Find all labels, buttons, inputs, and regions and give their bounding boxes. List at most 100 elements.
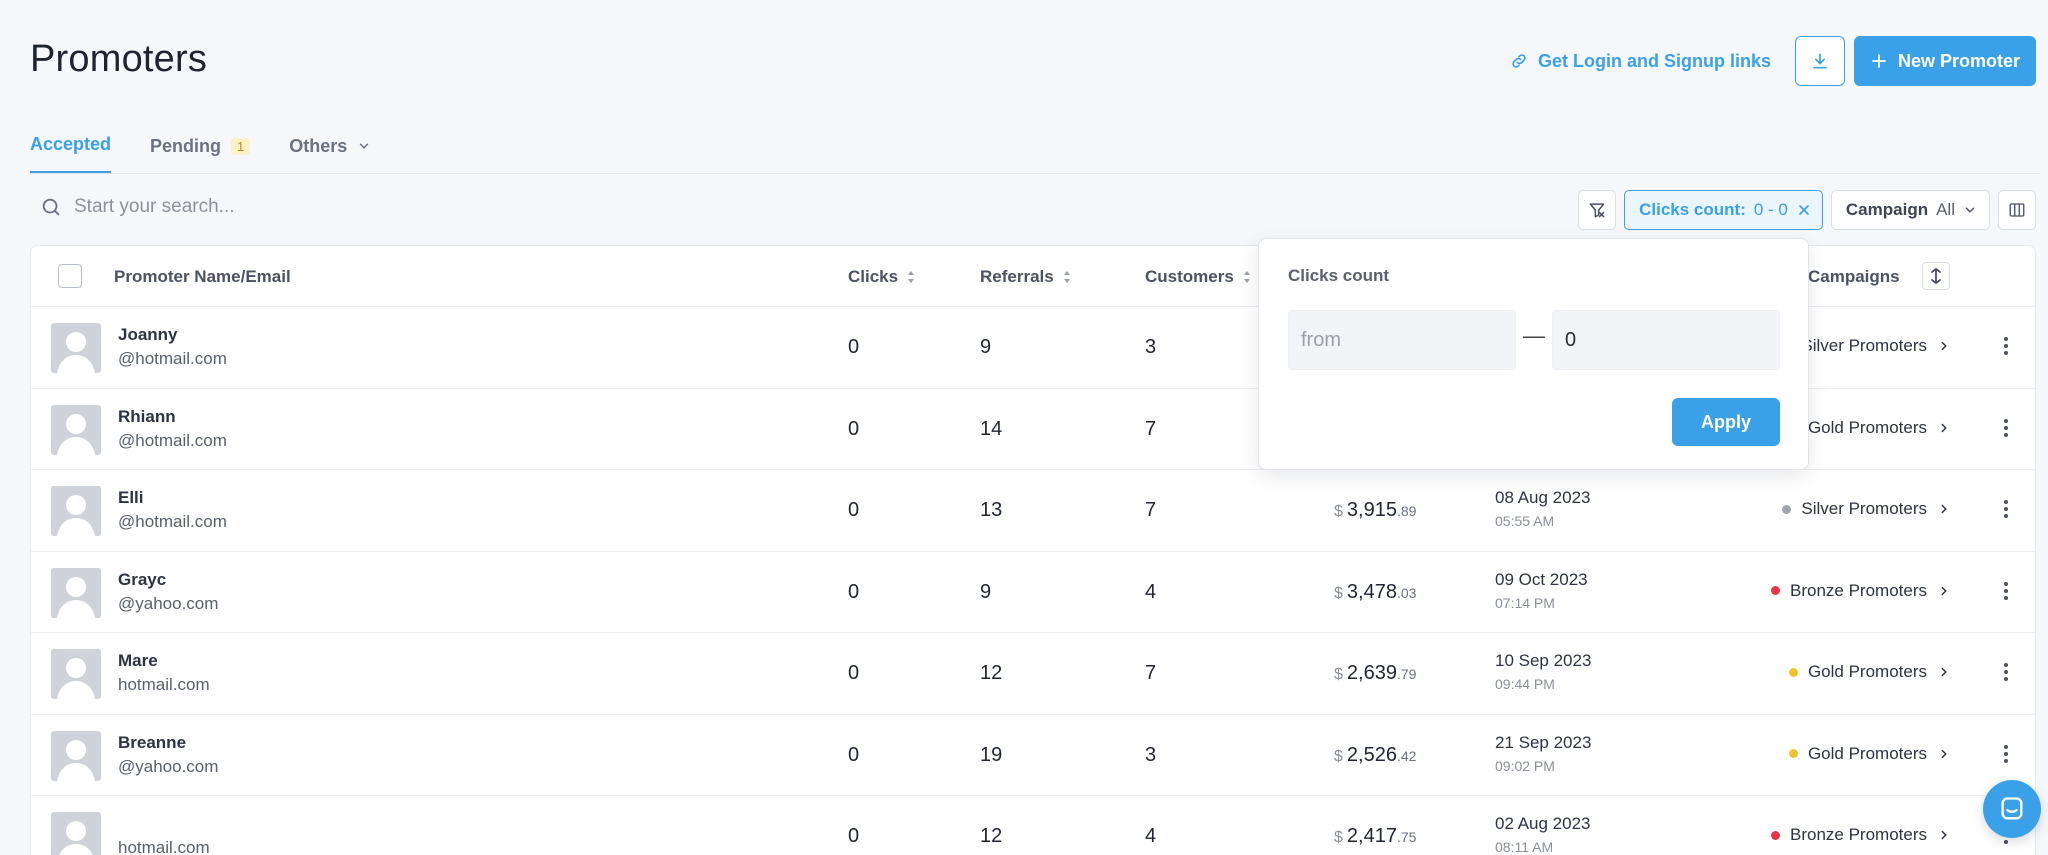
table-row[interactable]: Elli @hotmail.com 0 13 7 $3,915.89 08 Aug 2023… xyxy=(31,470,2035,552)
currency-symbol: $ xyxy=(1334,747,1343,765)
range-dash: — xyxy=(1523,323,1545,348)
customers-cell: 4 xyxy=(1145,580,1157,603)
col-customers-label: Customers xyxy=(1145,267,1234,286)
chevron-right-icon xyxy=(1941,749,1947,758)
campaign-cell[interactable]: Silver Promoters xyxy=(1782,499,1951,519)
referrals-cell: 13 xyxy=(980,499,1003,521)
promoter-name[interactable]: Rhiann xyxy=(118,407,176,427)
select-all-checkbox[interactable] xyxy=(58,264,82,288)
time-cell: 07:14 PM xyxy=(1495,594,1555,611)
date-cell: 10 Sep 2023 xyxy=(1495,651,1592,670)
search-input[interactable] xyxy=(74,196,574,218)
revenue-amount: 2,639 xyxy=(1346,662,1397,684)
tab-pending[interactable]: Pending 1 xyxy=(150,134,251,174)
chat-launcher-button[interactable] xyxy=(1983,780,2041,838)
col-name-header: Promoter Name/Email xyxy=(114,267,291,287)
tabs: Accepted Pending 1 Others xyxy=(30,134,371,174)
chevron-right-icon xyxy=(1941,830,1947,840)
tab-accepted[interactable]: Accepted xyxy=(30,134,112,174)
promoter-email: @yahoo.com xyxy=(118,756,219,776)
clicks-cell: 0 xyxy=(848,662,860,684)
revenue-cell: $3,915.89 xyxy=(1334,499,1416,522)
promoter-name[interactable]: Breanne xyxy=(118,733,186,753)
promoter-name[interactable]: Grayc xyxy=(118,570,166,590)
campaign-name: Silver Promoters xyxy=(1801,499,1927,518)
new-promoter-button[interactable]: New Promoter xyxy=(1853,36,2036,86)
promoter-name[interactable]: Elli xyxy=(118,488,144,508)
revenue-cell: $3,478.03 xyxy=(1334,581,1416,604)
chevron-right-icon xyxy=(1941,667,1947,677)
time-cell: 09:44 PM xyxy=(1495,676,1555,692)
customers-cell: 3 xyxy=(1145,336,1157,358)
row-actions-button[interactable] xyxy=(2003,580,2009,607)
revenue-amount: 3,915 xyxy=(1346,499,1397,521)
revenue-cell: $2,526.42 xyxy=(1334,744,1416,767)
table-row[interactable]: Breanne @yahoo.com 0 19 3 $2,526.42 21 Sep 202… xyxy=(31,715,2035,796)
row-actions-button[interactable] xyxy=(2003,743,2009,770)
row-actions-button[interactable] xyxy=(2003,335,2009,362)
avatar-placeholder-icon xyxy=(51,404,101,455)
kebab-icon xyxy=(2004,663,2008,681)
campaign-status-dot xyxy=(1788,749,1798,758)
row-actions-button[interactable] xyxy=(2003,498,2009,525)
revenue-amount: 2,526 xyxy=(1346,743,1397,766)
sort-icon xyxy=(1243,271,1250,283)
search-icon xyxy=(42,198,60,216)
promoter-email: @hotmail.com xyxy=(118,512,227,531)
col-campaigns-label: Campaigns xyxy=(1808,267,1900,286)
table-row[interactable]: Mare hotmail.com 0 12 7 $2,639.79 10 Sep 2023 0… xyxy=(31,633,2035,715)
referrals-cell: 14 xyxy=(980,417,1003,440)
promoter-email: @hotmail.com xyxy=(118,349,227,368)
kebab-icon xyxy=(2004,500,2008,518)
col-campaigns-header: Campaigns xyxy=(1808,267,1900,287)
clicks-from-input[interactable] xyxy=(1288,310,1516,370)
columns-button[interactable] xyxy=(1998,190,2036,230)
col-clicks-header[interactable]: Clicks xyxy=(848,267,916,287)
row-actions-button[interactable] xyxy=(2003,661,2009,688)
clear-filters-button[interactable] xyxy=(1578,190,1617,230)
get-links-button[interactable]: Get Login and Signup links xyxy=(1510,51,1771,72)
campaign-cell[interactable]: Bronze Promoters xyxy=(1771,825,1951,845)
popover-title: Clicks count xyxy=(1288,266,1390,285)
tab-others[interactable]: Others xyxy=(289,134,371,174)
col-referrals-header[interactable]: Referrals xyxy=(980,267,1072,287)
chevron-right-icon xyxy=(1941,423,1947,432)
customers-cell: 7 xyxy=(1145,662,1157,684)
row-height-button[interactable] xyxy=(1922,262,1950,290)
customers-cell: 4 xyxy=(1145,825,1157,847)
row-actions-button[interactable] xyxy=(2003,417,2009,444)
col-name-label: Promoter Name/Email xyxy=(114,267,291,286)
tab-others-label: Others xyxy=(289,135,348,156)
clicks-filter-chip[interactable]: Clicks count: 0 - 0 xyxy=(1624,190,1823,230)
promoter-email: hotmail.com xyxy=(118,675,210,694)
campaign-cell[interactable]: Gold Promoters xyxy=(1788,662,1951,682)
revenue-cell: $2,639.79 xyxy=(1334,662,1416,685)
clicks-filter-label: Clicks count: xyxy=(1639,200,1746,219)
columns-icon xyxy=(2009,203,2025,217)
table-row[interactable]: Grayc @yahoo.com 0 9 4 $3,478.03 09 Oct 2023 07… xyxy=(31,552,2035,633)
chevron-right-icon xyxy=(1941,341,1947,351)
col-customers-header[interactable]: Customers xyxy=(1145,267,1252,287)
promoter-email: @yahoo.com xyxy=(118,593,219,613)
avatar xyxy=(51,404,101,455)
chevron-down-icon xyxy=(360,143,369,149)
revenue-cents: .75 xyxy=(1396,829,1417,845)
download-button[interactable] xyxy=(1794,36,1845,86)
close-icon[interactable] xyxy=(1796,202,1812,218)
campaign-cell[interactable]: Bronze Promoters xyxy=(1771,581,1951,601)
download-icon xyxy=(1813,53,1827,69)
clicks-filter-value: 0 - 0 xyxy=(1753,200,1788,219)
referrals-cell: 19 xyxy=(980,743,1003,766)
avatar xyxy=(51,812,101,855)
apply-button[interactable]: Apply xyxy=(1672,398,1780,446)
promoter-name[interactable]: Joanny xyxy=(118,325,178,345)
clicks-to-input[interactable] xyxy=(1552,310,1780,370)
promoter-name[interactable]: Mare xyxy=(118,651,158,671)
campaign-cell[interactable]: Gold Promoters xyxy=(1788,418,1951,438)
get-links-label: Get Login and Signup links xyxy=(1537,50,1771,71)
avatar xyxy=(51,486,101,536)
col-clicks-label: Clicks xyxy=(848,267,899,286)
campaign-cell[interactable]: Gold Promoters xyxy=(1788,744,1951,764)
table-row[interactable]: hotmail.com 0 12 4 $2,417.75 02 Aug 2023 08:11… xyxy=(31,796,2035,855)
campaign-select[interactable]: Campaign All xyxy=(1830,190,1990,230)
